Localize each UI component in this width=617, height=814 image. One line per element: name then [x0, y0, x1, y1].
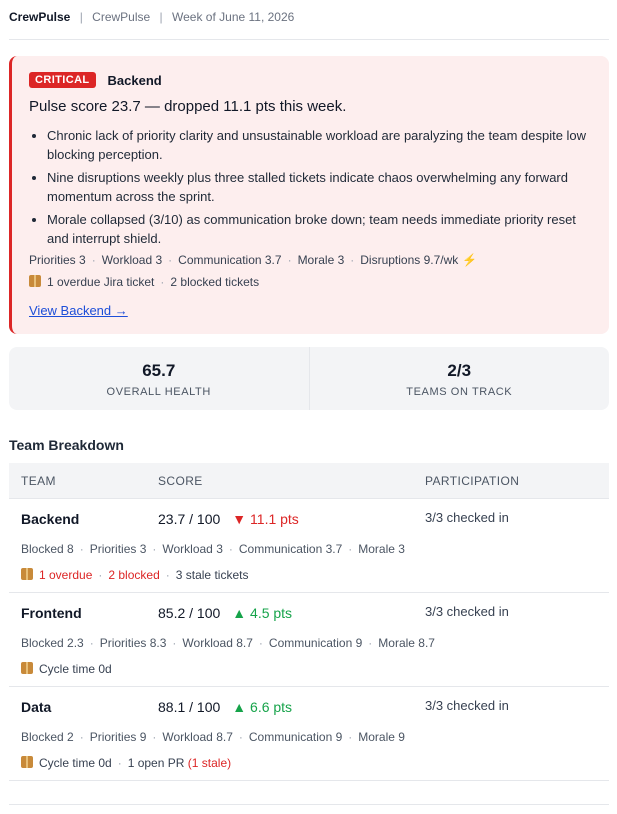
overall-health-stat: 65.7 Overall Health	[9, 347, 309, 410]
participation: 3/3 checked in	[425, 604, 509, 619]
column-header-participation: Participation	[425, 474, 520, 488]
metric-workload: Workload 3	[162, 542, 223, 556]
metric-priorities: Priorities 8.3	[99, 636, 167, 650]
critical-alert-card: CRITICAL Backend Pulse score 23.7 — drop…	[9, 56, 609, 334]
overall-health-label: Overall Health	[106, 386, 211, 398]
metric-communication: Communication 3.7	[238, 542, 343, 556]
package-icon	[21, 568, 33, 580]
metric-communication: Communication 9	[248, 730, 343, 744]
metric-workload: Workload 3	[101, 253, 163, 267]
alert-summary: Pulse score 23.7 — dropped 11.1 pts this…	[29, 98, 347, 115]
delta-value: 6.6 pts	[250, 699, 293, 715]
alert-team-name: Backend	[107, 72, 162, 88]
delta-value: 4.5 pts	[250, 605, 293, 621]
footer-divider	[9, 804, 609, 805]
header-separator: |	[159, 10, 163, 24]
teams-on-track-value: 2/3	[447, 361, 472, 380]
metric-workload: Workload 8.7	[182, 636, 253, 650]
metric-priorities: Priorities 3	[29, 253, 86, 267]
cycle-time: Cycle time 0d	[39, 756, 112, 770]
score-delta: ▲ 4.5 pts	[232, 605, 292, 621]
team-score: 88.1 / 100 ▲ 6.6 pts	[158, 699, 292, 715]
table-row[interactable]: Backend 23.7 / 100 ▼ 11.1 pts 3/3 checked…	[9, 499, 609, 593]
stale-tickets: 3 stale tickets	[175, 568, 249, 582]
critical-badge: CRITICAL	[29, 72, 96, 88]
week-label: Week of June 11, 2026	[172, 10, 295, 24]
delta-value: 11.1 pts	[250, 511, 299, 527]
team-delivery: 1 overdue · 2 blocked · 3 stale tickets	[21, 568, 248, 582]
app-name: CrewPulse	[9, 10, 71, 24]
alert-bullet-list: Chronic lack of priority clarity and uns…	[29, 126, 593, 248]
metric-communication: Communication 9	[268, 636, 363, 650]
blocked-tickets: 2 blocked tickets	[170, 275, 260, 289]
team-score: 23.7 / 100 ▼ 11.1 pts	[158, 511, 299, 527]
score-delta: ▼ 11.1 pts	[232, 511, 299, 527]
team-breakdown-table: Team Score Participation Backend 23.7 / …	[9, 463, 609, 781]
metric-morale: Morale 8.7	[378, 636, 435, 650]
overdue-jira-ticket: 1 overdue Jira ticket	[47, 275, 155, 289]
page-header: CrewPulse | CrewPulse | Week of June 11,…	[9, 10, 609, 40]
table-row[interactable]: Data 88.1 / 100 ▲ 6.6 pts 3/3 checked in …	[9, 687, 609, 781]
overdue-count: 1 overdue	[39, 568, 93, 582]
triangle-down-icon: ▼	[232, 511, 247, 527]
metric-blocked: Blocked 2.3	[21, 636, 84, 650]
score-value: 88.1 / 100	[158, 699, 221, 715]
metric-blocked: Blocked 2	[21, 730, 74, 744]
team-delivery: Cycle time 0d	[21, 662, 112, 676]
package-icon	[21, 662, 33, 674]
metric-morale: Morale 9	[358, 730, 405, 744]
team-name: Frontend	[21, 605, 82, 621]
alert-tickets: 1 overdue Jira ticket · 2 blocked tickets	[29, 274, 593, 290]
triangle-up-icon: ▲	[232, 699, 247, 715]
column-header-team: Team	[21, 474, 56, 488]
view-backend-link[interactable]: View Backend →	[29, 303, 128, 318]
metric-disruptions: Disruptions 9.7/wk	[360, 253, 459, 267]
alert-bullet: Chronic lack of priority clarity and uns…	[47, 126, 593, 164]
teams-on-track-label: Teams on Track	[406, 386, 513, 398]
table-header: Team Score Participation	[9, 463, 609, 499]
team-score: 85.2 / 100 ▲ 4.5 pts	[158, 605, 292, 621]
package-icon	[29, 275, 41, 287]
team-name: Backend	[21, 511, 80, 527]
org-name: CrewPulse	[92, 10, 151, 24]
team-breakdown-title: Team Breakdown	[9, 437, 124, 453]
participation: 3/3 checked in	[425, 510, 509, 525]
team-delivery: Cycle time 0d · 1 open PR (1 stale)	[21, 756, 231, 770]
cycle-time: Cycle time 0d	[39, 662, 112, 676]
triangle-up-icon: ▲	[232, 605, 247, 621]
metric-blocked: Blocked 8	[21, 542, 74, 556]
metric-morale: Morale 3	[297, 253, 345, 267]
blocked-count: 2 blocked	[108, 568, 160, 582]
table-row[interactable]: Frontend 85.2 / 100 ▲ 4.5 pts 3/3 checked…	[9, 593, 609, 687]
alert-bullet: Nine disruptions weekly plus three stall…	[47, 168, 593, 206]
alert-bullet: Morale collapsed (3/10) as communication…	[47, 210, 593, 248]
open-pr-count: 1 open PR	[127, 756, 185, 770]
alert-metrics: Priorities 3 · Workload 3 · Communication 3.…	[29, 253, 478, 267]
stale-pr-count: (1 stale)	[187, 756, 232, 770]
team-metrics: Blocked 2.3 · Priorities 8.3 · Workload 8.7 ·…	[21, 636, 435, 650]
team-metrics: Blocked 8 · Priorities 3 · Workload 3 · Commun…	[21, 542, 405, 556]
metric-communication: Communication 3.7	[178, 253, 282, 267]
score-value: 85.2 / 100	[158, 605, 221, 621]
column-header-score: Score	[158, 474, 203, 488]
score-value: 23.7 / 100	[158, 511, 221, 527]
team-metrics: Blocked 2 · Priorities 9 · Workload 8.7 · Comm…	[21, 730, 405, 744]
score-delta: ▲ 6.6 pts	[232, 699, 292, 715]
lightning-icon: ⚡	[462, 253, 478, 267]
package-icon	[21, 756, 33, 768]
metric-workload: Workload 8.7	[162, 730, 233, 744]
metric-morale: Morale 3	[358, 542, 405, 556]
team-name: Data	[21, 699, 52, 715]
participation: 3/3 checked in	[425, 698, 509, 713]
header-separator: |	[79, 10, 83, 24]
metric-priorities: Priorities 9	[89, 730, 147, 744]
alert-header: CRITICAL Backend	[29, 72, 593, 88]
summary-stats: 65.7 Overall Health 2/3 Teams on Track	[9, 347, 609, 410]
teams-on-track-stat: 2/3 Teams on Track	[308, 347, 610, 410]
metric-priorities: Priorities 3	[89, 542, 147, 556]
overall-health-value: 65.7	[142, 361, 176, 380]
